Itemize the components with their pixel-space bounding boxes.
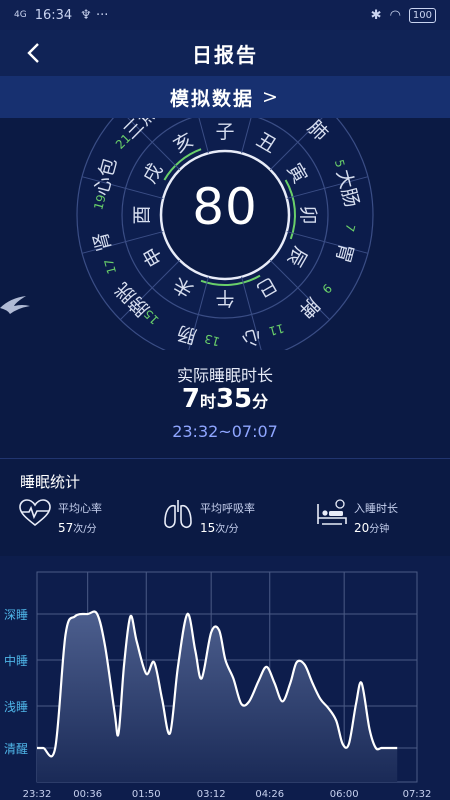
- stat-heart-rate: 平均心率 57次/分: [18, 498, 148, 538]
- breath-rate-number: 15: [200, 521, 216, 535]
- heart-rate-unit: 次/分: [73, 524, 97, 535]
- heart-rate-number: 57: [58, 521, 74, 535]
- chart-xtick: 01:50: [132, 789, 161, 800]
- chart-xtick: 00:36: [73, 789, 102, 800]
- stats-title: 睡眠统计: [20, 473, 81, 491]
- sleep-duration-label: 实际睡眠时长: [176, 366, 273, 385]
- breath-rate-label: 平均呼吸率: [200, 502, 255, 515]
- simulated-data-banner[interactable]: 模拟数据 >: [0, 76, 450, 118]
- sleep-minutes-unit: 分: [252, 392, 269, 411]
- sleep-score: 80: [192, 178, 258, 236]
- status-extra-icons: ♆ ···: [80, 7, 109, 23]
- heart-rate-label: 平均心率: [58, 502, 102, 515]
- chart-ylabel: 浅睡: [4, 700, 28, 714]
- sleep-duration: 7时35分: [0, 384, 450, 414]
- heart-rate-value: 57次/分: [58, 520, 97, 535]
- chart-ylabel: 清醒: [4, 742, 28, 756]
- wifi-icon: ◠: [389, 7, 401, 23]
- chevron-left-icon: [27, 43, 39, 63]
- chart-xtick: 07:32: [403, 789, 432, 800]
- dial-branch-label: 午: [215, 287, 234, 309]
- stat-breath-rate: 平均呼吸率 15次/分: [162, 498, 292, 538]
- chart-xtick: 06:00: [330, 789, 359, 800]
- chevron-right-icon: >: [262, 86, 280, 108]
- section-divider: [0, 458, 450, 459]
- network-indicator: 4G: [14, 10, 27, 20]
- sleep-onset-value: 20分钟: [354, 520, 389, 535]
- bed-icon: [317, 499, 347, 525]
- sleep-stage-chart-svg: 清醒 浅睡 中睡 深睡 23:32 00:36 01:50 03:12 04:26 06:00 07…: [4, 571, 432, 800]
- chart-ylabel: 中睡: [4, 653, 28, 668]
- sleep-hours: 7: [181, 384, 200, 414]
- bird-icon: [0, 296, 30, 314]
- sleep-stage-chart: 清醒 浅睡 中睡 深睡 23:32 00:36 01:50 03:12 04:26 06:00 07…: [0, 556, 450, 800]
- back-button[interactable]: [16, 36, 50, 70]
- sleep-time-range: 23:32~07:07: [172, 422, 278, 441]
- chart-xtick: 03:12: [197, 789, 226, 800]
- sleep-onset-label: 入睡时长: [354, 502, 398, 515]
- breath-rate-unit: 次/分: [215, 524, 239, 535]
- status-time: 16:34: [34, 7, 73, 23]
- battery-icon: 100: [408, 7, 436, 23]
- sleep-onset-number: 20: [354, 521, 370, 535]
- sleep-hours-unit: 时: [199, 392, 216, 411]
- bluetooth-icon: ✱: [370, 7, 382, 23]
- simulated-data-label: 模拟数据: [170, 87, 255, 110]
- sleep-onset-unit: 分钟: [369, 524, 390, 535]
- nav-bar: 日报告: [0, 30, 450, 76]
- stat-sleep-onset: 入睡时长 20分钟: [316, 498, 436, 538]
- status-bar: 4G 16:34 ♆ ··· ✱ ◠ 100: [0, 0, 450, 30]
- sleep-dial: 子丑寅卯辰巳午未申酉戌亥1肝3肺5大肠7胃9脾11心13肠15膀胱17肾19心包…: [0, 118, 450, 350]
- chart-xtick: 04:26: [255, 789, 284, 800]
- sleep-minutes: 35: [215, 384, 253, 414]
- page-title: 日报告: [192, 42, 258, 67]
- dial-branch-label: 子: [215, 121, 234, 143]
- chart-ylabel: 深睡: [4, 608, 28, 622]
- heart-pulse-icon: [19, 499, 51, 527]
- breath-rate-value: 15次/分: [200, 520, 239, 535]
- chart-xtick: 23:32: [23, 789, 52, 800]
- chart-area-fill: [37, 611, 398, 782]
- lungs-icon: [164, 500, 192, 529]
